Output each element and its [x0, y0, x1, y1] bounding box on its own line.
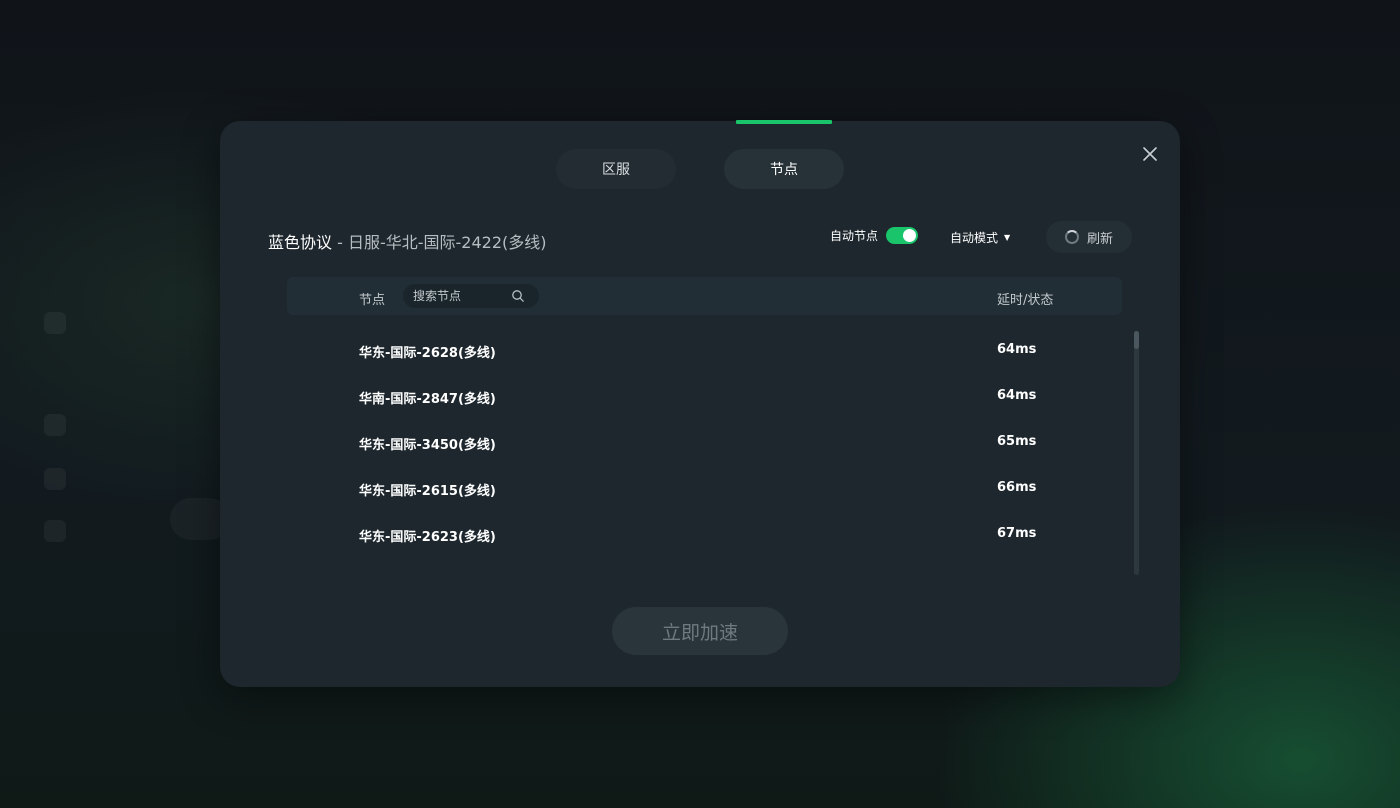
refresh-button[interactable]: 刷新 [1046, 221, 1132, 253]
caret-down-icon: ▼ [1004, 233, 1011, 242]
heading-separator: - [332, 233, 348, 252]
close-button[interactable] [1140, 144, 1160, 164]
background-icon [44, 520, 66, 542]
node-list: 华东-国际-2628(多线) 64ms 华南-国际-2847(多线) 64ms … [287, 329, 1122, 559]
node-latency: 66ms [997, 480, 1037, 495]
toggle-knob [903, 229, 917, 242]
tab-region-server[interactable]: 区服 [556, 149, 676, 189]
node-row[interactable]: 华东-国际-2615(多线) 66ms [287, 467, 1122, 513]
close-icon [1143, 147, 1157, 161]
node-latency: 64ms [997, 342, 1037, 357]
node-table-header: 节点 延时/状态 [287, 277, 1122, 315]
search-icon[interactable] [511, 289, 525, 303]
node-name: 华南-国际-2847(多线) [359, 392, 496, 407]
refresh-icon [1064, 230, 1079, 244]
scrollbar-thumb[interactable] [1134, 331, 1139, 349]
column-header-latency: 延时/状态 [997, 293, 1054, 308]
tab-bar: 区服 节点 [556, 149, 844, 189]
background-icon [44, 414, 66, 436]
node-row[interactable]: 华东-国际-3450(多线) 65ms [287, 421, 1122, 467]
node-name: 华东-国际-2623(多线) [359, 530, 496, 545]
node-selection-dialog: 区服 节点 蓝色协议 - 日服-华北-国际-2422(多线) 自动节点 自动模式… [220, 120, 1180, 687]
background-icon [44, 312, 66, 334]
auto-node-label: 自动节点 [830, 229, 879, 243]
accelerate-now-button[interactable]: 立即加速 [612, 607, 788, 655]
auto-node-toggle[interactable] [886, 227, 919, 244]
node-latency: 64ms [997, 388, 1037, 403]
active-tab-indicator [736, 120, 832, 124]
node-search-box [403, 284, 539, 308]
node-row[interactable]: 华东-国际-2623(多线) 67ms [287, 513, 1122, 559]
mode-dropdown[interactable]: 自动模式 ▼ [950, 229, 1010, 246]
node-row[interactable]: 华东-国际-2628(多线) 64ms [287, 329, 1122, 375]
server-name: 日服-华北-国际-2422(多线) [347, 233, 547, 252]
background-icon [44, 468, 66, 490]
node-name: 华东-国际-3450(多线) [359, 438, 496, 453]
node-list-scrollbar[interactable] [1134, 331, 1139, 575]
refresh-label: 刷新 [1086, 231, 1113, 247]
mode-label: 自动模式 [950, 231, 999, 245]
node-latency: 65ms [997, 434, 1037, 449]
node-search-input[interactable] [413, 284, 509, 308]
column-header-node: 节点 [359, 293, 386, 308]
selected-server-heading: 蓝色协议 - 日服-华北-国际-2422(多线) [268, 229, 547, 253]
auto-node-control: 自动节点 [830, 227, 919, 244]
node-name: 华东-国际-2615(多线) [359, 484, 496, 499]
node-row[interactable]: 华南-国际-2847(多线) 64ms [287, 375, 1122, 421]
node-latency: 67ms [997, 526, 1037, 541]
game-title: 蓝色协议 [268, 233, 333, 252]
tab-node[interactable]: 节点 [724, 149, 844, 189]
node-name: 华东-国际-2628(多线) [359, 346, 496, 361]
